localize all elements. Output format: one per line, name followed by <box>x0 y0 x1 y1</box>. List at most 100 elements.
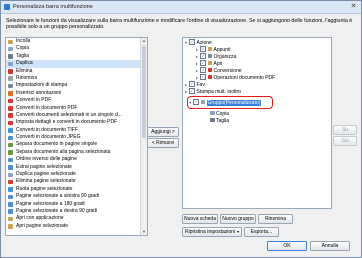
new-group-button[interactable]: Nuovo gruppo <box>220 214 256 224</box>
command-item[interactable]: Taglia <box>6 53 147 60</box>
command-label: Ruota pagine selezionate <box>16 185 73 192</box>
open-icon <box>8 216 13 222</box>
command-item[interactable]: Copia <box>6 45 147 52</box>
checkbox-icon[interactable]: ✓ <box>200 74 206 81</box>
scroll-down-icon[interactable]: ▼ <box>141 229 147 235</box>
organize-icon <box>207 54 212 59</box>
copy-icon <box>210 111 215 116</box>
checkbox-icon[interactable]: ✓ <box>189 39 195 46</box>
command-item[interactable]: Duplica pagine selezionate <box>6 171 147 178</box>
ok-button[interactable]: OK <box>267 241 307 251</box>
command-item[interactable]: Rinomina <box>6 75 147 82</box>
annotation-icon <box>8 91 13 96</box>
checkbox-icon[interactable]: ✓ <box>200 60 206 67</box>
checkbox-icon[interactable]: ✓ <box>200 53 206 60</box>
pdf-icon <box>8 98 13 104</box>
checkbox-icon[interactable]: ✓ <box>189 88 195 95</box>
clipboard-icon <box>207 47 212 52</box>
command-label: Duplica pagine selezionate <box>16 171 76 178</box>
close-icon[interactable]: ✕ <box>349 3 358 11</box>
new-tab-button[interactable]: Nuova scheda <box>182 214 218 224</box>
remove-button[interactable]: < Rimuovi <box>147 138 179 148</box>
command-label: Separa documento alla pagina selezionata <box>16 148 111 155</box>
command-label: Duplica <box>16 60 33 67</box>
checkbox-icon[interactable]: ✓ <box>200 46 206 53</box>
command-label: Ordine inverso delle pagine <box>16 156 77 163</box>
tree-node-taglia[interactable]: Taglia <box>210 118 229 125</box>
duplicate-pages-icon <box>8 172 13 178</box>
command-item[interactable]: Pagine selezionate a 180 gradi <box>6 201 147 208</box>
pdf-icon <box>207 68 212 73</box>
split-icon <box>8 150 13 155</box>
command-item[interactable]: Pagine selezionate a destra 90 gradi <box>6 208 147 215</box>
rotate-180-icon <box>8 202 13 207</box>
command-item[interactable]: Converti in documento PDF <box>6 105 147 112</box>
command-item[interactable]: Converti in PDF <box>6 97 147 104</box>
command-label: Inserisci annotazioni <box>16 89 62 96</box>
copy-icon <box>8 46 13 52</box>
command-item[interactable]: Elimina pagine selezionate <box>6 178 147 185</box>
jpeg-icon <box>8 135 13 141</box>
export-button[interactable]: Esporta... <box>244 227 279 237</box>
command-label: Pagine selezionate a destra 90 gradi <box>16 207 98 214</box>
command-item[interactable]: Estrai pagine selezionate <box>6 164 147 171</box>
scissors-icon <box>8 54 13 59</box>
command-item[interactable]: Converti documenti selezionati in un sin… <box>6 112 147 119</box>
command-item[interactable]: Separa documento alla pagina selezionata <box>6 149 147 156</box>
command-item[interactable]: Converti in documento JPEG <box>6 134 147 141</box>
ribbon-tree[interactable]: ▾ ✓ Azione ▸ ✓ Appunti ▸ ✓ Organizza ▸ ✓ Apri ▸ ✓… <box>182 37 332 209</box>
open-icon <box>8 224 13 229</box>
duplicate-icon <box>8 61 13 67</box>
tree-node-conversione[interactable]: ▸ ✓ Conversione <box>196 67 242 74</box>
command-item[interactable]: Apri con applicazione <box>6 215 147 222</box>
command-label: Imposta dettagli e converti in documento… <box>16 119 118 126</box>
pdf-icon <box>8 113 13 118</box>
tree-node-azione[interactable]: ▾ ✓ Azione <box>185 39 212 46</box>
command-item[interactable]: Converti in documento TIFF <box>6 127 147 134</box>
command-item[interactable]: Inserisci annotazioni <box>6 90 147 97</box>
paste-icon <box>8 39 13 44</box>
vertical-scrollbar[interactable]: ▲ ▼ <box>140 38 147 235</box>
command-item[interactable]: Imposta dettagli e converti in documento… <box>6 119 147 126</box>
tree-node-stampa[interactable]: ▸ ✓ Stampa mult. inoltro <box>185 88 241 95</box>
scrollbar-thumb[interactable] <box>142 46 146 138</box>
rename-button[interactable]: Rinomina <box>258 214 293 224</box>
scissors-icon <box>210 118 215 123</box>
command-item[interactable]: Apri pagine selezionate <box>6 223 147 230</box>
delete-icon <box>8 69 13 74</box>
move-down-button[interactable]: Giù <box>333 136 357 146</box>
tree-node-organizza[interactable]: ▸ ✓ Organizza <box>196 53 236 60</box>
checkbox-icon[interactable]: ✓ <box>189 81 195 88</box>
cancel-button[interactable]: Annulla <box>310 241 350 251</box>
command-item[interactable]: Ordine inverso delle pagine <box>6 156 147 163</box>
customize-ribbon-dialog: Personalizza barra multifunzione ✕ Selez… <box>0 0 362 258</box>
pdf-settings-icon <box>8 120 13 126</box>
tiff-icon <box>8 128 13 133</box>
tree-node-copia[interactable]: Copia <box>210 111 229 118</box>
move-up-button[interactable]: Su <box>333 125 357 135</box>
print-icon <box>8 83 13 89</box>
command-label: Apri pagine selezionate <box>16 222 68 229</box>
add-button[interactable]: Aggiungi > <box>147 127 179 137</box>
command-item[interactable]: Pagine selezionate a sinistra 90 gradi <box>6 193 147 200</box>
dialog-description: Selezionare le funzioni da visualizzare … <box>6 18 353 31</box>
command-label: Converti in documento JPEG <box>16 134 81 141</box>
tree-node-op-pdf[interactable]: ▸ ✓ Operazioni documento PDF <box>196 74 275 81</box>
command-label: Elimina pagine selezionate <box>16 178 76 185</box>
tree-node-apri[interactable]: ▸ ✓ Apri <box>196 60 222 67</box>
command-item[interactable]: Impostazioni di stampa <box>6 82 147 89</box>
tree-node-fav[interactable]: ▸ ✓ Fav <box>185 81 205 88</box>
command-item[interactable]: Separa documento in pagine singole <box>6 141 147 148</box>
available-commands-list[interactable]: Incolla Copia Taglia Duplica Elimina Rinomina… <box>5 37 148 236</box>
tree-node-appunti[interactable]: ▸ ✓ Appunti <box>196 46 230 53</box>
command-label: Copia <box>16 45 30 52</box>
scroll-up-icon[interactable]: ▲ <box>141 38 147 44</box>
command-label: Pagine selezionate a sinistra 90 gradi <box>16 193 100 200</box>
command-item[interactable]: Elimina <box>6 68 147 75</box>
command-item[interactable]: Ruota pagine selezionate <box>6 186 147 193</box>
command-item[interactable]: Duplica <box>6 60 147 68</box>
command-item[interactable]: Incolla <box>6 38 147 45</box>
reset-button[interactable]: Ripristina impostazioni ▼ <box>182 227 242 237</box>
command-label: Taglia <box>16 52 30 59</box>
checkbox-icon[interactable]: ✓ <box>200 67 206 74</box>
